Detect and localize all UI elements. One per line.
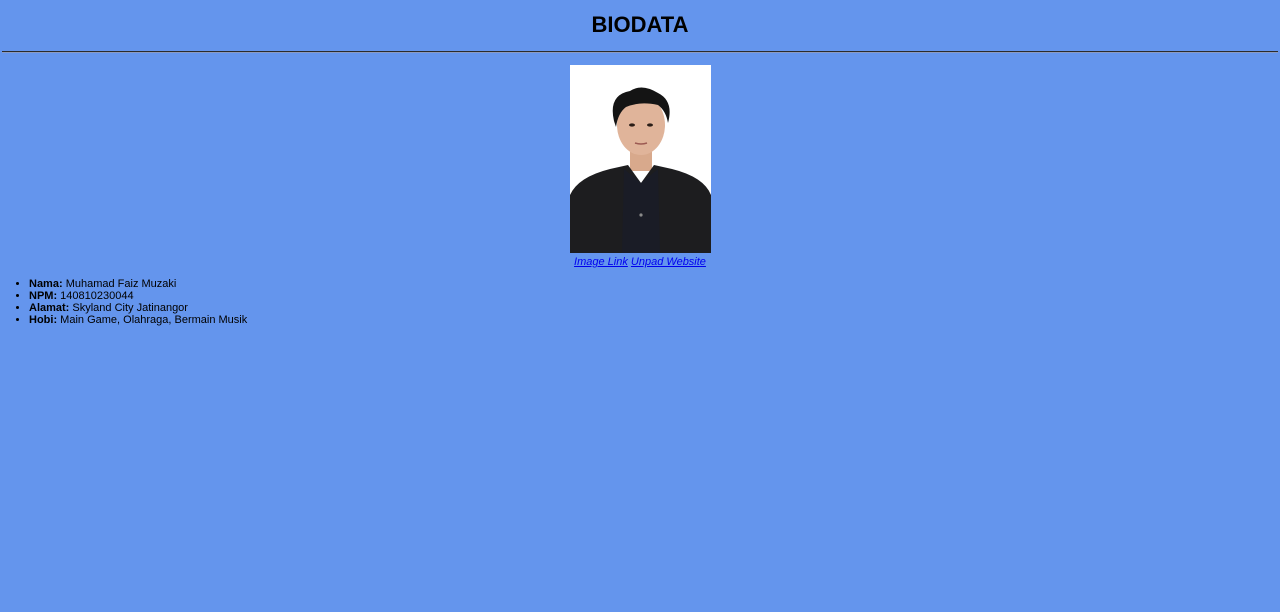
list-item-alamat: Alamat: Skyland City Jatinangor [29,302,247,314]
field-value: 140810230044 [60,290,134,302]
horizontal-divider [2,51,1278,53]
photo-section: Image Link Unpad Website [0,65,1280,269]
unpad-website-link[interactable]: Unpad Website [631,256,706,268]
page-title: BIODATA [591,12,689,37]
portrait-photo [569,65,711,253]
field-value: Muhamad Faiz Muzaki [65,278,177,290]
portrait-illustration [569,65,711,253]
image-link[interactable]: Image Link [574,256,628,268]
field-label: Alamat: [29,302,70,314]
field-label: Hobi: [29,314,58,326]
photo-links: Image Link Unpad Website [0,255,1280,269]
list-item-nama: Nama: Muhamad Faiz Muzaki [29,278,247,290]
bio-list: Nama: Muhamad Faiz Muzaki NPM: 140810230… [0,278,247,326]
field-value: Main Game, Olahraga, Bermain Musik [60,314,248,326]
field-label: Nama: [29,278,63,290]
field-label: NPM: [29,290,58,302]
list-item-npm: NPM: 140810230044 [29,290,247,302]
field-value: Skyland City Jatinangor [72,302,188,314]
list-item-hobi: Hobi: Main Game, Olahraga, Bermain Musik [29,314,247,326]
